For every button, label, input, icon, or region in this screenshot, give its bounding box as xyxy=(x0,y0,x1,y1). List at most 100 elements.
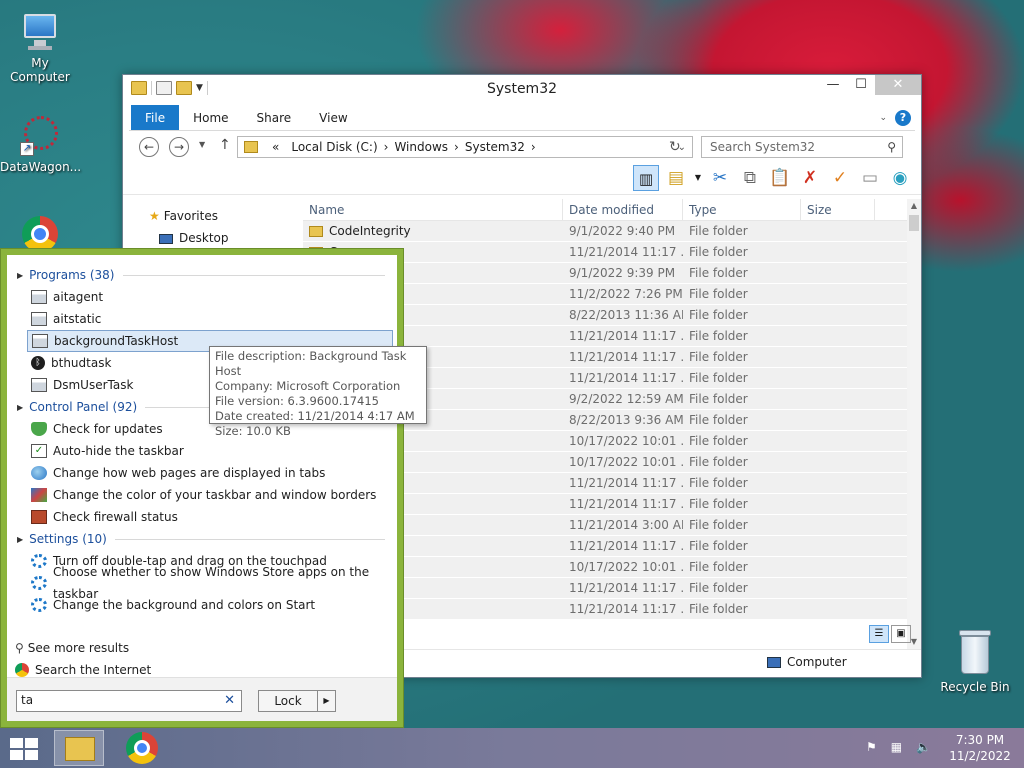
delete-icon[interactable]: ✗ xyxy=(797,165,823,191)
taskbar-settings-icon: ✓ xyxy=(31,444,47,458)
tab-home[interactable]: Home xyxy=(179,105,242,130)
result-firewall-status[interactable]: Check firewall status xyxy=(27,506,393,528)
refresh-button[interactable]: ↻ xyxy=(669,139,681,155)
copy-icon[interactable]: ⧉ xyxy=(737,165,763,191)
group-settings[interactable]: ▶ Settings (10) xyxy=(17,532,385,546)
maximize-button[interactable]: ☐ xyxy=(847,75,875,95)
breadcrumb-system32[interactable]: System32 xyxy=(459,140,531,154)
ribbon-tabs: File Home Share View ⌄ ? xyxy=(129,105,915,131)
size-cell xyxy=(801,473,875,493)
search-input[interactable]: Search System32 ⚲ xyxy=(701,136,903,158)
column-header-name[interactable]: Name xyxy=(303,199,563,220)
date-modified-cell: 11/21/2014 11:17 ... xyxy=(569,539,683,553)
globe-icon[interactable]: ◉ xyxy=(887,165,913,191)
checkmark-icon[interactable]: ✓ xyxy=(827,165,853,191)
type-cell: File folder xyxy=(689,350,748,364)
breadcrumb-windows[interactable]: Windows xyxy=(388,140,454,154)
result-auto-hide-taskbar[interactable]: ✓ Auto-hide the taskbar xyxy=(27,440,393,462)
rename-icon[interactable]: ▭ xyxy=(857,165,883,191)
details-view-icon[interactable]: ☰ xyxy=(869,625,889,643)
address-bar[interactable]: « Local Disk (C:) › Windows › System32 ›… xyxy=(237,136,693,158)
column-header-type[interactable]: Type xyxy=(683,199,801,220)
type-cell: File folder xyxy=(689,392,748,406)
action-center-icon[interactable]: ⚑ xyxy=(866,740,877,754)
size-cell xyxy=(801,263,875,283)
scroll-thumb[interactable] xyxy=(909,215,919,231)
date-modified-cell: 9/2/2022 12:59 AM xyxy=(569,392,683,406)
tooltip-description: File description: Background Task Host xyxy=(215,349,407,378)
title-bar: ▼ System32 — ☐ ✕ xyxy=(123,75,921,105)
bluetooth-icon: ᛒ xyxy=(31,356,45,370)
start-button[interactable] xyxy=(10,738,38,760)
breadcrumb-local-disk[interactable]: Local Disk (C:) xyxy=(285,140,383,154)
application-icon xyxy=(31,378,47,392)
desktop-icon-recycle-bin[interactable]: Recycle Bin xyxy=(935,630,1015,694)
tab-file[interactable]: File xyxy=(131,105,180,130)
clock[interactable]: 7:30 PM 11/2/2022 xyxy=(940,732,1020,764)
recent-locations-icon[interactable]: ▼ xyxy=(199,140,205,149)
date-modified-cell: 10/17/2022 10:01 ... xyxy=(569,560,683,574)
up-button[interactable]: ↑ xyxy=(219,137,231,153)
change-view-icon[interactable]: ▤ xyxy=(663,165,689,191)
result-aitagent[interactable]: aitagent xyxy=(27,286,393,308)
folder-icon xyxy=(244,141,258,153)
computer-icon xyxy=(767,657,781,668)
help-icon[interactable]: ? xyxy=(895,110,911,126)
vertical-scrollbar[interactable]: ▲ ▼ xyxy=(907,199,921,649)
paste-icon[interactable]: 📋 xyxy=(767,165,793,191)
power-options-arrow-icon[interactable]: ▶ xyxy=(317,691,335,711)
nav-desktop[interactable]: Desktop xyxy=(159,231,229,245)
start-search-input[interactable]: ta ✕ xyxy=(16,690,242,712)
desktop-icon-datawagon[interactable]: ↗ DataWagon... xyxy=(0,114,81,174)
tab-view[interactable]: View xyxy=(305,105,361,130)
table-row[interactable]: CodeIntegrity 9/1/2022 9:40 PM File folder xyxy=(303,221,907,242)
type-cell: File folder xyxy=(689,497,748,511)
application-icon xyxy=(31,312,47,326)
result-web-pages-tabs[interactable]: Change how web pages are displayed in ta… xyxy=(27,462,393,484)
close-button[interactable]: ✕ xyxy=(875,75,921,95)
minimize-button[interactable]: — xyxy=(819,75,847,95)
computer-icon xyxy=(18,10,62,54)
size-cell xyxy=(801,284,875,304)
expand-icon: ▶ xyxy=(17,270,24,280)
column-header-date[interactable]: Date modified xyxy=(563,199,683,220)
chevron-down-icon[interactable]: ▼ xyxy=(693,165,703,191)
preview-pane-icon[interactable]: ▥ xyxy=(633,165,659,191)
result-aitstatic[interactable]: aitstatic xyxy=(27,308,393,330)
group-programs[interactable]: ▶ Programs (38) xyxy=(17,268,385,282)
size-cell xyxy=(801,536,875,556)
size-cell xyxy=(801,431,875,451)
column-header-size[interactable]: Size xyxy=(801,199,875,220)
expand-ribbon-icon[interactable]: ⌄ xyxy=(879,113,887,123)
taskbar-chrome[interactable] xyxy=(126,732,158,764)
type-cell: File folder xyxy=(689,560,748,574)
cut-icon[interactable]: ✂ xyxy=(707,165,733,191)
desktop-icon-label: My Computer xyxy=(10,56,70,84)
view-buttons: ☰ ▣ xyxy=(869,625,911,643)
result-taskbar-color[interactable]: Change the color of your taskbar and win… xyxy=(27,484,393,506)
back-button[interactable]: ← xyxy=(139,137,159,157)
network-icon[interactable]: ▦ xyxy=(891,740,902,754)
see-more-results-link[interactable]: ⚲ See more results xyxy=(15,641,129,655)
scroll-up-icon[interactable]: ▲ xyxy=(907,199,921,213)
type-cell: File folder xyxy=(689,245,748,259)
address-prefix[interactable]: « xyxy=(266,140,285,154)
clear-search-icon[interactable]: ✕ xyxy=(224,693,235,708)
desktop-icon-chrome[interactable] xyxy=(0,216,80,252)
nav-favorites[interactable]: ★ Favorites xyxy=(149,209,218,223)
lock-button[interactable]: Lock ▶ xyxy=(258,690,336,712)
result-store-apps-taskbar[interactable]: Choose whether to show Windows Store app… xyxy=(27,565,393,601)
search-internet-link[interactable]: Search the Internet xyxy=(15,663,151,677)
tooltip-created: Date created: 11/21/2014 4:17 AM xyxy=(215,409,415,423)
volume-icon[interactable]: 🔈 xyxy=(916,740,931,754)
recycle-bin-icon xyxy=(953,630,997,674)
date-modified-cell: 8/22/2013 9:36 AM xyxy=(569,413,683,427)
large-icons-view-icon[interactable]: ▣ xyxy=(891,625,911,643)
forward-button[interactable]: → xyxy=(169,137,189,157)
date-modified-cell: 9/1/2022 9:39 PM xyxy=(569,266,676,280)
desktop-icon-my-computer[interactable]: My Computer xyxy=(0,10,80,84)
result-background-colors-start[interactable]: Change the background and colors on Star… xyxy=(27,594,393,616)
tab-share[interactable]: Share xyxy=(243,105,306,130)
taskbar-file-explorer[interactable] xyxy=(54,730,104,766)
application-icon xyxy=(31,290,47,304)
